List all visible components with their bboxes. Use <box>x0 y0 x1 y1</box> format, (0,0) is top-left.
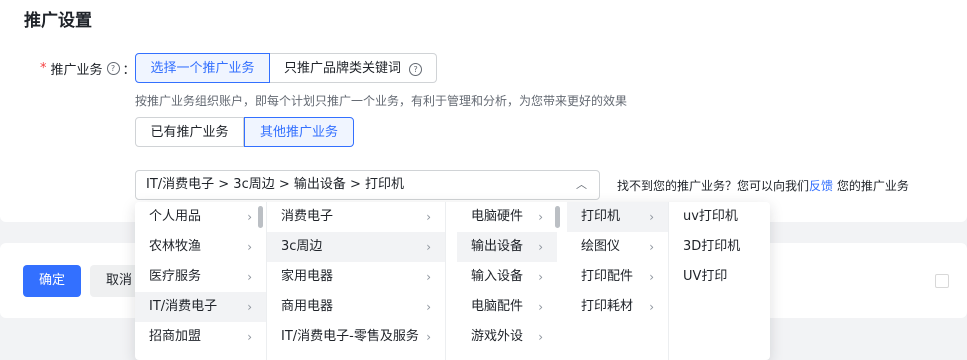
chevron-right-icon: › <box>538 270 543 284</box>
feedback-link[interactable]: 反馈 <box>809 179 833 193</box>
chevron-right-icon: › <box>426 240 431 254</box>
cascader-option[interactable]: 电脑硬件 › <box>457 202 557 232</box>
cascader-option-label: 商用电器 <box>281 299 334 314</box>
chevron-right-icon: › <box>649 240 654 254</box>
cascader-option-label: 家用电器 <box>281 269 334 284</box>
cascader-option[interactable]: 家用电器 › <box>267 262 445 292</box>
cascader-option-label: UV打印 <box>683 269 728 284</box>
cascader-option[interactable]: 招商加盟 › <box>135 322 266 352</box>
not-found-text-after: 您的推广业务 <box>833 179 909 193</box>
field-label: * 推广业务 ? ： <box>40 59 136 78</box>
chevron-right-icon: › <box>247 300 252 314</box>
cascader-option[interactable]: 电脑配件 › <box>457 292 557 322</box>
chevron-right-icon: › <box>649 270 654 284</box>
hint-text: 按推广业务组织账户，即每个计划只推广一个业务，有利于管理和分析，为您带来更好的效… <box>135 94 628 108</box>
chevron-right-icon: › <box>538 300 543 314</box>
chevron-right-icon: › <box>426 210 431 224</box>
required-mark: * <box>40 61 47 76</box>
cascader-option-label: 电脑硬件 <box>471 209 524 224</box>
cascader-option-label: IT/消费电子 <box>149 299 218 314</box>
cascader-column-5: uv打印机 3D打印机 UV打印 <box>669 202 770 360</box>
cascader-option-label: 打印配件 <box>581 269 634 284</box>
cascader-option[interactable]: 个人用品 › <box>135 202 266 232</box>
chevron-right-icon: › <box>426 270 431 284</box>
tab-other-business[interactable]: 其他推广业务 <box>244 117 354 147</box>
cascader-option-label: 3D打印机 <box>683 239 741 254</box>
cascader-option-label: 绘图仪 <box>581 239 621 254</box>
confirm-button[interactable]: 确定 <box>23 265 81 297</box>
chevron-right-icon: › <box>247 240 252 254</box>
chevron-right-icon: › <box>426 300 431 314</box>
cascader-option-label: 个人用品 <box>149 209 202 224</box>
cascader-option-label: 农林牧渔 <box>149 239 202 254</box>
cascader-option[interactable]: 绘图仪 › <box>567 232 668 262</box>
chevron-right-icon: › <box>247 330 252 344</box>
not-found-hint: 找不到您的推广业务？您可以向我们反馈 您的推广业务 <box>617 177 909 194</box>
chevron-right-icon: › <box>649 210 654 224</box>
cascader-option-label: 招商加盟 <box>149 329 202 344</box>
page-title: 推广设置 <box>24 11 92 31</box>
cascader-option-label: 输出设备 <box>471 239 524 254</box>
cascader-option[interactable]: IT/消费电子 › <box>135 292 266 322</box>
cascader-option-label: IT/消费电子-零售及服务 <box>281 329 419 344</box>
cascader-option[interactable]: 输入设备 › <box>457 262 557 292</box>
cascader-option-label: 输入设备 <box>471 269 524 284</box>
cascader-option[interactable]: 打印配件 › <box>567 262 668 292</box>
chevron-right-icon: › <box>538 210 543 224</box>
tab-brand-keywords-only[interactable]: 只推广品牌类关键词 ? <box>270 53 437 83</box>
cascader-option[interactable]: UV打印 <box>669 262 770 292</box>
not-found-text: 找不到您的推广业务？您可以向我们 <box>617 179 810 193</box>
cascader-option[interactable]: 输出设备 › <box>457 232 557 262</box>
cascader-option-label: 电脑配件 <box>471 299 524 314</box>
help-icon[interactable]: ? <box>409 63 423 76</box>
chevron-right-icon: › <box>247 270 252 284</box>
chevron-up-icon[interactable]: ︿ <box>576 171 587 199</box>
help-icon[interactable]: ? <box>106 62 120 75</box>
cascader-option[interactable]: 游戏外设 › <box>457 322 557 352</box>
cascader-option[interactable]: IT/消费电子-零售及服务 › <box>267 322 445 352</box>
cascader-option[interactable]: 打印机 › <box>567 202 668 232</box>
cascader-option[interactable]: 医疗服务 › <box>135 262 266 292</box>
cascader-option[interactable]: 农林牧渔 › <box>135 232 266 262</box>
cascader-option-label: 游戏外设 <box>471 329 524 344</box>
cascader-option[interactable]: 3D打印机 <box>669 232 770 262</box>
cascader-option-label: uv打印机 <box>683 209 738 224</box>
chevron-right-icon: › <box>247 210 252 224</box>
settings-card: 推广设置 * 推广业务 ? ： 选择一个推广业务 只推广品牌类关键词 ? 按推广… <box>0 0 967 222</box>
business-cascader[interactable]: IT/消费电子 > 3c周边 > 输出设备 > 打印机 ︿ <box>135 170 600 200</box>
cascader-option-label: 3c周边 <box>281 239 323 254</box>
cascader-option-label: 打印机 <box>581 209 621 224</box>
watermark-icon <box>935 274 949 288</box>
source-tabs: 已有推广业务 其他推广业务 <box>135 117 354 147</box>
field-label-text: 推广业务 <box>50 63 103 78</box>
chevron-right-icon: › <box>538 330 543 344</box>
chevron-right-icon: › <box>538 240 543 254</box>
chevron-right-icon: › <box>649 300 654 314</box>
cascader-option[interactable]: 打印耗材 › <box>567 292 668 322</box>
cascader-column-4: 打印机 › 绘图仪 › 打印配件 › 打印耗材 › <box>567 202 669 360</box>
chevron-right-icon: › <box>426 330 431 344</box>
cascader-option[interactable]: 消费电子 › <box>267 202 445 232</box>
cascader-option[interactable]: uv打印机 <box>669 202 770 232</box>
field-colon: ： <box>122 63 136 78</box>
cascader-value: IT/消费电子 > 3c周边 > 输出设备 > 打印机 <box>146 177 405 192</box>
cascader-option-label: 消费电子 <box>281 209 334 224</box>
cascader-option-label: 打印耗材 <box>581 299 634 314</box>
cascader-column-3: 电脑硬件 › 输出设备 › 输入设备 › 电脑配件 › 游戏外设 › <box>457 202 557 360</box>
cascader-dropdown: 个人用品 › 农林牧渔 › 医疗服务 › IT/消费电子 › 招商加盟 › 消费电子 › 3c周边 › 家… <box>135 202 770 360</box>
cascader-option[interactable]: 商用电器 › <box>267 292 445 322</box>
tab-existing-business[interactable]: 已有推广业务 <box>135 117 244 147</box>
cascader-option[interactable]: 3c周边 › <box>267 232 445 262</box>
cascader-option-label: 医疗服务 <box>149 269 202 284</box>
cascader-column-2: 消费电子 › 3c周边 › 家用电器 › 商用电器 › IT/消费电子-零售及服务 › <box>267 202 446 360</box>
cascader-column-1: 个人用品 › 农林牧渔 › 医疗服务 › IT/消费电子 › 招商加盟 › <box>135 202 267 360</box>
tab-select-one-business[interactable]: 选择一个推广业务 <box>135 53 270 83</box>
mode-tabs: 选择一个推广业务 只推广品牌类关键词 ? <box>135 53 437 83</box>
